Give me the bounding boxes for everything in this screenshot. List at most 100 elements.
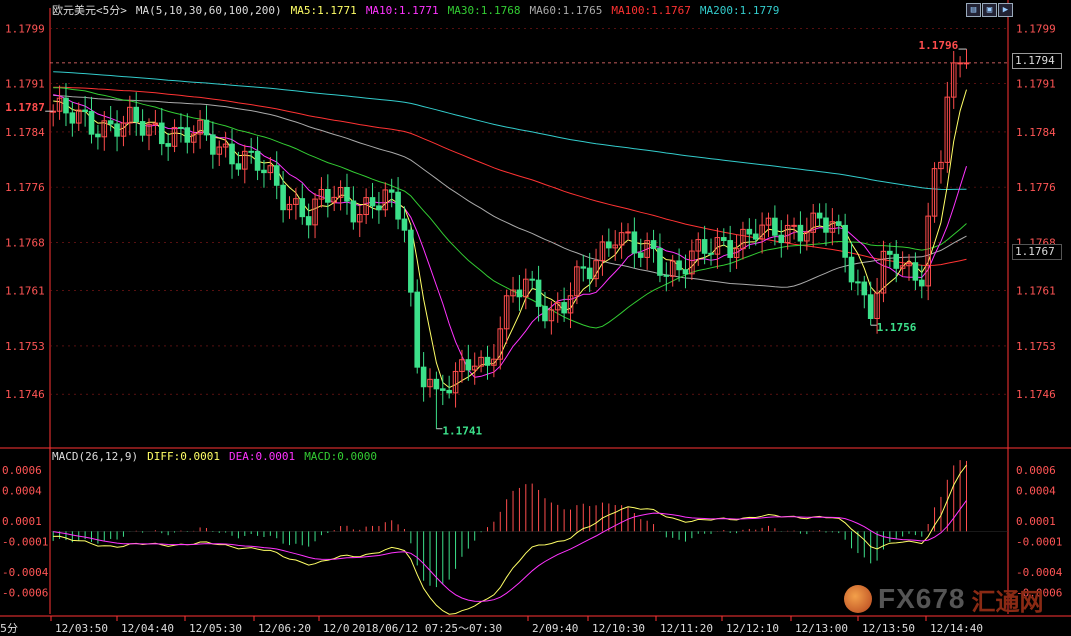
candle-body: [887, 250, 893, 255]
time-tick: 12/11:20: [660, 622, 713, 635]
diff-line: [53, 464, 967, 615]
price-chart[interactable]: 1.1799 1.1799 1.1791 1.1791 1.1784 1.1784 1.17…: [0, 0, 1071, 636]
scroll-right-icon[interactable]: ▶: [998, 3, 1013, 17]
time-tick: 12/06:20: [258, 622, 311, 635]
candle-body: [235, 163, 242, 170]
candle-body: [484, 356, 491, 366]
candle-body: [586, 267, 593, 280]
candle-body: [107, 120, 114, 125]
candle-body: [446, 389, 452, 394]
macd-tick-right: 0.0001: [1016, 515, 1056, 528]
ma200-label: MA200:1.1779: [699, 4, 780, 17]
candle-body: [350, 200, 357, 223]
macd-tick-left: -0.0001: [2, 536, 48, 549]
macd-tick-left: -0.0004: [2, 566, 49, 579]
candle-body: [408, 229, 414, 293]
fx678-logo: FX678 汇通网: [844, 583, 1044, 616]
extreme-label: 1.1787: [5, 101, 45, 114]
candle-body: [650, 240, 657, 250]
candle-body: [797, 224, 804, 242]
symbol-label[interactable]: 欧元美元<5分>: [52, 4, 127, 17]
candle-body: [918, 279, 925, 287]
candle-body: [663, 274, 670, 277]
price-tick-left: 1.1761: [5, 285, 45, 298]
indicator-label[interactable]: MA(5,10,30,60,100,200): [136, 4, 282, 17]
candle-body: [395, 191, 401, 220]
candle-body: [178, 126, 184, 129]
candle-body: [701, 239, 708, 254]
ma30-label: MA30:1.1768: [447, 4, 521, 17]
candle-body: [752, 233, 759, 240]
candle-body: [248, 150, 254, 153]
current-price-box: 1.1794: [1012, 53, 1062, 69]
dea-line: [53, 500, 967, 602]
period-label: 5分: [0, 622, 18, 635]
price-tick-right: 1.1784: [1016, 126, 1056, 139]
candle-body: [369, 197, 376, 207]
candle-body: [516, 289, 523, 298]
time-tick: 12/14:40: [930, 622, 983, 635]
candle-body: [439, 388, 446, 391]
macd-title: MACD(26,12,9): [52, 450, 139, 463]
candle-body: [848, 256, 855, 283]
price-tick-right: 1.1791: [1016, 78, 1056, 91]
candle-body: [344, 186, 350, 202]
candle-body: [708, 252, 714, 255]
time-tick: 12/03:50: [55, 622, 108, 635]
candle-body: [325, 188, 331, 203]
expand-icon[interactable]: ▣: [982, 3, 997, 17]
price-tick-right: 1.1776: [1016, 181, 1056, 194]
candle-body: [816, 212, 823, 219]
candle-body: [823, 217, 829, 233]
candle-body: [139, 121, 146, 136]
diff-label: DIFF:0.0001: [147, 450, 220, 463]
candle-body: [963, 62, 970, 65]
candle-body: [114, 123, 120, 137]
candle-body: [720, 237, 727, 242]
candle-body: [465, 359, 472, 371]
candle-body: [376, 205, 382, 211]
price-tick-right: 1.1761: [1016, 285, 1056, 298]
ma5-label: MA5:1.1771: [290, 4, 357, 17]
candle-body: [861, 281, 868, 296]
time-tick: 12/0: [323, 622, 350, 635]
macd-tick-right: 0.0006: [1016, 464, 1056, 477]
candle-body: [529, 278, 535, 281]
candle-body: [637, 252, 644, 258]
candle-body: [165, 143, 171, 147]
candle-body: [63, 97, 69, 114]
chart-settings-icon[interactable]: ▤: [966, 3, 981, 17]
candle-body: [867, 294, 874, 320]
extreme-label: 1.1756: [877, 321, 917, 334]
candle-body: [433, 378, 440, 390]
candle-body: [535, 279, 542, 307]
candle-body: [772, 217, 778, 236]
candle-body: [133, 106, 140, 123]
macd-tick-right: -0.0001: [1016, 536, 1062, 549]
price-tick-right: 1.1746: [1016, 388, 1056, 401]
candle-body: [69, 112, 76, 124]
ma100-label: MA100:1.1767: [611, 4, 691, 17]
candle-body: [727, 240, 733, 258]
ma60-line: [53, 94, 967, 288]
candle-body: [606, 241, 612, 249]
candle-body: [893, 253, 900, 269]
extreme-label: 1.1741: [442, 425, 482, 438]
price-tick-right: 1.1753: [1016, 340, 1056, 353]
candle-body: [625, 231, 631, 234]
macd-legend: MACD(26,12,9) DIFF:0.0001 DEA:0.0001 MACD:0…: [52, 450, 386, 463]
candle-body: [778, 234, 785, 244]
candle-body: [229, 143, 235, 165]
price-tick-left: 1.1776: [5, 181, 45, 194]
price-legend: 欧元美元<5分> MA(5,10,30,60,100,200) MA5:1.1771…: [52, 2, 788, 18]
candle-body: [580, 266, 587, 269]
macd-tick-left: -0.0006: [2, 587, 48, 600]
price-tick-left: 1.1768: [5, 236, 45, 249]
macd-tick-left: 0.0001: [2, 515, 42, 528]
candle-body: [401, 218, 408, 231]
macd-label: MACD:0.0000: [304, 450, 378, 463]
candle-body: [280, 184, 286, 211]
time-tick: 12/13:00: [795, 622, 848, 635]
candle-body: [561, 302, 567, 314]
candle-body: [88, 111, 95, 135]
